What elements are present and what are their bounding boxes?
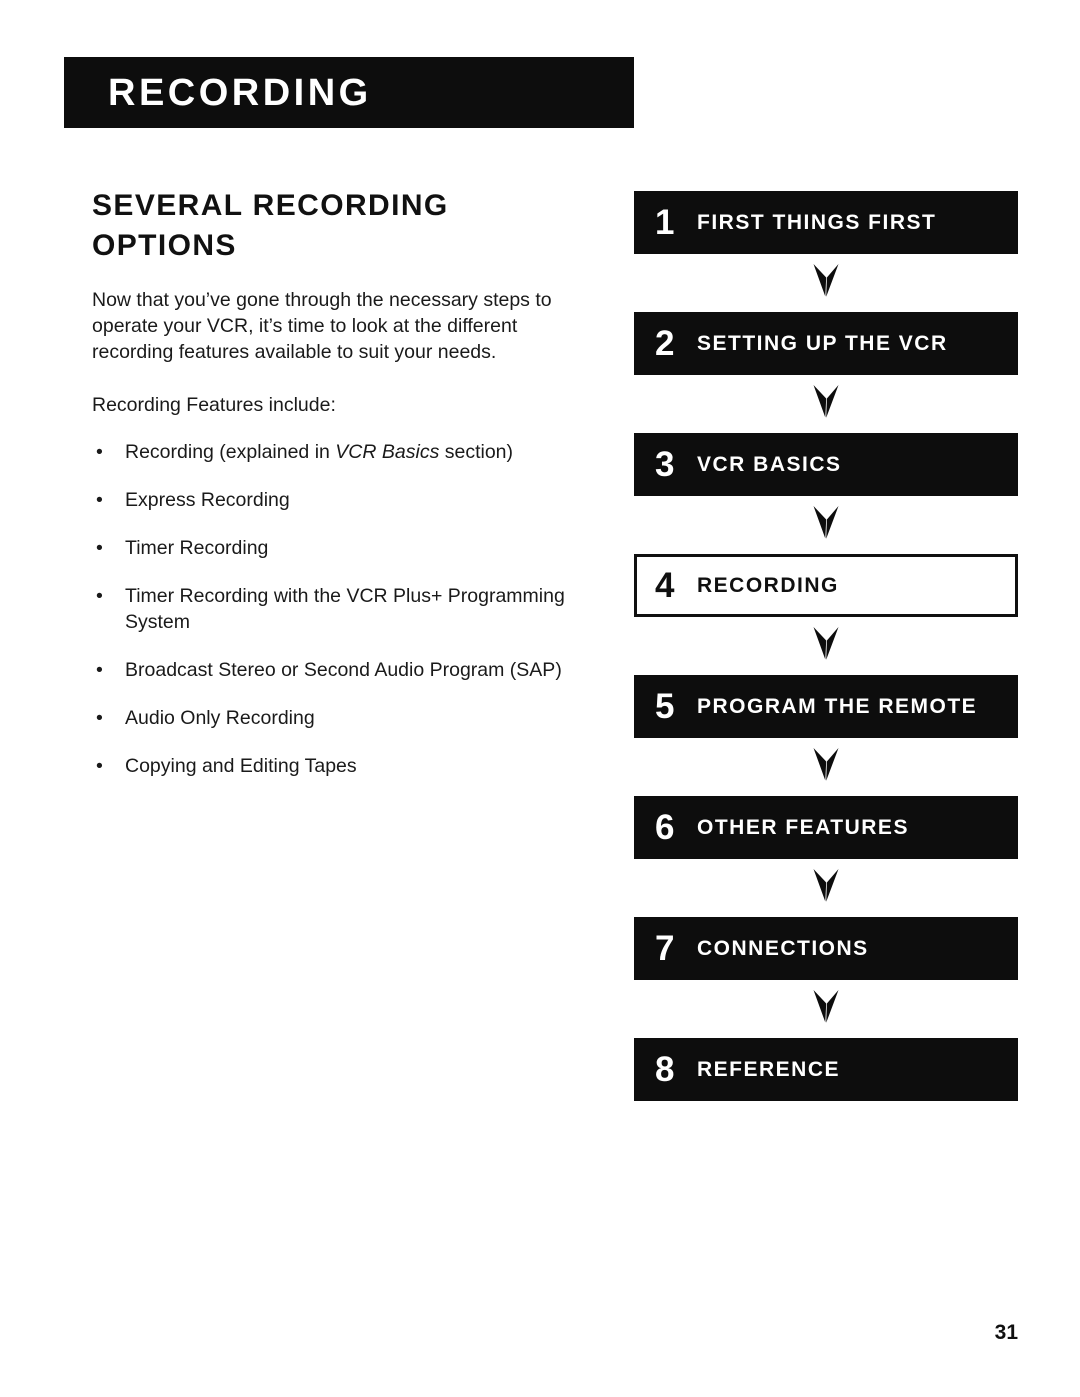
page-header-banner: RECORDING [64, 57, 634, 128]
flowchart-step-number: 7 [655, 929, 675, 968]
list-item-emphasis: VCR Basics [335, 441, 440, 464]
flowchart-step-5[interactable]: 5 PROGRAM THE REMOTE [634, 675, 1018, 738]
list-item: • Recording (explained in VCR Basics sect… [92, 440, 602, 466]
bullet-dot-icon: • [96, 489, 103, 512]
chevron-down-arrow-icon [634, 375, 1018, 433]
bullet-dot-icon: • [96, 707, 103, 729]
list-item: • Audio Only Recording [92, 706, 602, 732]
flowchart-step-number: 6 [655, 808, 675, 847]
bullet-dot-icon: • [96, 754, 103, 777]
section-progress-flowchart: 1 FIRST THINGS FIRST 2 SETTING UP THE VCR 3 V… [634, 191, 1018, 1101]
flowchart-step-number: 2 [655, 324, 675, 363]
list-item-text: Recording (explained in VCR Basics secti… [125, 441, 513, 463]
flowchart-step-label: CONNECTIONS [697, 937, 869, 960]
chevron-down-arrow-icon [634, 254, 1018, 312]
flowchart-step-3[interactable]: 3 VCR BASICS [634, 433, 1018, 496]
list-item-text-lead: Audio Only Recording [125, 707, 315, 729]
list-item-text-lead: Timer Recording [125, 537, 269, 560]
page-header-title: RECORDING [108, 71, 372, 114]
flowchart-step-6[interactable]: 6 OTHER FEATURES [634, 796, 1018, 859]
flowchart-step-number: 3 [655, 445, 675, 484]
list-item-text-lead: Express Recording [125, 489, 290, 512]
flowchart-step-number: 5 [655, 687, 675, 726]
chevron-down-arrow-icon [634, 980, 1018, 1038]
list-item-text-lead: Copying and Editing Tapes [125, 754, 357, 777]
list-item-text: Timer Recording [125, 537, 268, 559]
chevron-down-arrow-icon [634, 496, 1018, 554]
list-item: • Timer Recording with the VCR Plus+ Prog… [92, 584, 602, 636]
list-item-text-lead: Timer Recording with the VCR Plus+ Progr… [125, 585, 565, 634]
flowchart-step-label: PROGRAM THE REMOTE [697, 695, 978, 718]
intro-paragraph: Now that you’ve gone through the necessa… [92, 288, 552, 363]
flowchart-step-label: REFERENCE [697, 1058, 841, 1081]
list-item-text: Broadcast Stereo or Second Audio Program… [125, 659, 562, 681]
list-item-text: Express Recording [125, 489, 290, 511]
bullet-dot-icon: • [96, 585, 103, 608]
list-item-text: Audio Only Recording [125, 707, 315, 729]
flowchart-step-8[interactable]: 8 REFERENCE [634, 1038, 1018, 1101]
bullet-dot-icon: • [96, 441, 103, 464]
chevron-down-arrow-icon [634, 738, 1018, 796]
chevron-down-arrow-icon [634, 859, 1018, 917]
flowchart-step-label: RECORDING [697, 574, 839, 597]
list-item: • Broadcast Stereo or Second Audio Progra… [92, 658, 602, 684]
flowchart-step-number: 1 [655, 203, 675, 242]
list-item-text-lead: Recording (explained in [125, 441, 336, 464]
main-content-column: SEVERAL RECORDING OPTIONS Now that you’v… [92, 186, 602, 802]
flowchart-step-number: 4 [655, 566, 675, 605]
features-lead-text: Recording Features include: [92, 393, 336, 416]
list-item: • Express Recording [92, 488, 602, 514]
section-heading: SEVERAL RECORDING OPTIONS [92, 189, 449, 262]
list-item-text: Timer Recording with the VCR Plus+ Progr… [125, 585, 565, 633]
bullet-dot-icon: • [96, 659, 103, 682]
list-item-text: Copying and Editing Tapes [125, 755, 357, 777]
recording-features-list: • Recording (explained in VCR Basics sect… [92, 440, 602, 779]
flowchart-step-7[interactable]: 7 CONNECTIONS [634, 917, 1018, 980]
flowchart-step-label: SETTING UP THE VCR [697, 332, 948, 355]
page-number: 31 [994, 1321, 1018, 1344]
list-item-text-lead: Broadcast Stereo or Second Audio Program… [125, 659, 562, 682]
flowchart-step-1[interactable]: 1 FIRST THINGS FIRST [634, 191, 1018, 254]
list-item: • Copying and Editing Tapes [92, 754, 602, 780]
flowchart-step-label: VCR BASICS [697, 453, 842, 476]
flowchart-step-label: OTHER FEATURES [697, 816, 909, 839]
list-item-text-trail: section) [439, 441, 514, 464]
bullet-dot-icon: • [96, 537, 103, 560]
list-item: • Timer Recording [92, 536, 602, 562]
flowchart-step-4[interactable]: 4 RECORDING [634, 554, 1018, 617]
flowchart-step-2[interactable]: 2 SETTING UP THE VCR [634, 312, 1018, 375]
flowchart-step-number: 8 [655, 1050, 675, 1089]
chevron-down-arrow-icon [634, 617, 1018, 675]
flowchart-step-label: FIRST THINGS FIRST [697, 211, 937, 234]
